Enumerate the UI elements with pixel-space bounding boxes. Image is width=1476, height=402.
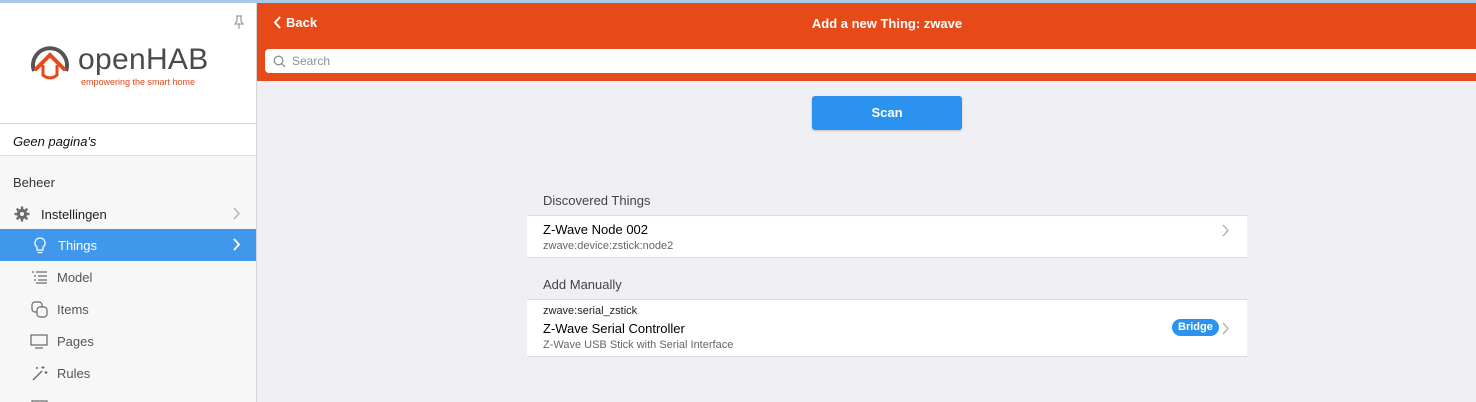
sidebar-item-items[interactable]: Items	[0, 293, 256, 325]
openhab-logo-icon	[31, 46, 69, 80]
sidebar-item-label: Things	[58, 237, 98, 253]
discovered-thing-item[interactable]: Z-Wave Node 002 zwave:device:zstick:node…	[527, 215, 1247, 258]
discovered-thing-name: Z-Wave Node 002	[543, 222, 649, 237]
sidebar-item-label: Instellingen	[41, 206, 107, 222]
wand-icon	[30, 364, 48, 382]
sidebar-item-things[interactable]: Things	[0, 229, 256, 261]
bridge-badge: Bridge	[1172, 319, 1219, 336]
gear-icon	[13, 205, 31, 223]
discovered-thing-uid: zwave:device:zstick:node2	[543, 240, 674, 252]
discovered-things-title: Discovered Things	[543, 193, 651, 208]
sidebar-item-pages[interactable]: Pages	[0, 325, 256, 357]
sidebar-item-label: Rules	[57, 365, 91, 381]
add-manually-title: Add Manually	[543, 277, 622, 292]
section-title-beheer: Beheer	[13, 175, 55, 190]
pages-empty-label: Geen pagina's	[0, 125, 256, 156]
chevron-right-icon	[1222, 224, 1230, 237]
top-navbar: Back Add a new Thing: zwave Search	[257, 3, 1476, 81]
openhab-logo: openHAB empowering the smart home	[28, 41, 228, 87]
monitor-icon	[30, 332, 48, 350]
sidebar: openHAB empowering the smart home Geen p…	[0, 3, 257, 402]
list-icon	[30, 268, 48, 286]
search-bar[interactable]: Search	[265, 49, 1476, 73]
sidebar-item-rules[interactable]: Rules	[0, 357, 256, 389]
thing-type-name: Z-Wave Serial Controller	[543, 321, 685, 336]
calendar-icon	[30, 396, 48, 402]
chevron-right-icon	[233, 238, 241, 251]
logo-area: openHAB empowering the smart home	[0, 3, 256, 124]
pin-icon[interactable]	[233, 15, 245, 29]
search-icon	[273, 55, 286, 67]
thing-type-id: zwave:serial_zstick	[543, 305, 638, 317]
logo-tagline: empowering the smart home	[81, 77, 196, 87]
sidebar-item-label: Pages	[57, 333, 94, 349]
sidebar-item-label: Items	[57, 301, 89, 317]
sidebar-item-model[interactable]: Model	[0, 261, 256, 293]
page-title: Add a new Thing: zwave	[811, 16, 963, 31]
chevron-right-icon	[1222, 322, 1230, 335]
chevron-right-icon	[233, 207, 241, 220]
manual-thing-item[interactable]: zwave:serial_zstick Z-Wave Serial Contro…	[527, 299, 1247, 357]
scan-button[interactable]: Scan	[812, 96, 962, 130]
search-input[interactable]: Search	[292, 54, 330, 68]
sidebar-item-instellingen[interactable]: Instellingen	[0, 198, 256, 230]
logo-text: openHAB	[78, 43, 209, 76]
thing-type-description: Z-Wave USB Stick with Serial Interface	[543, 339, 734, 351]
sidebar-item-partial[interactable]	[0, 389, 256, 402]
squares-icon	[30, 300, 48, 318]
lightbulb-icon	[31, 236, 49, 254]
sidebar-item-label: Model	[57, 269, 93, 285]
